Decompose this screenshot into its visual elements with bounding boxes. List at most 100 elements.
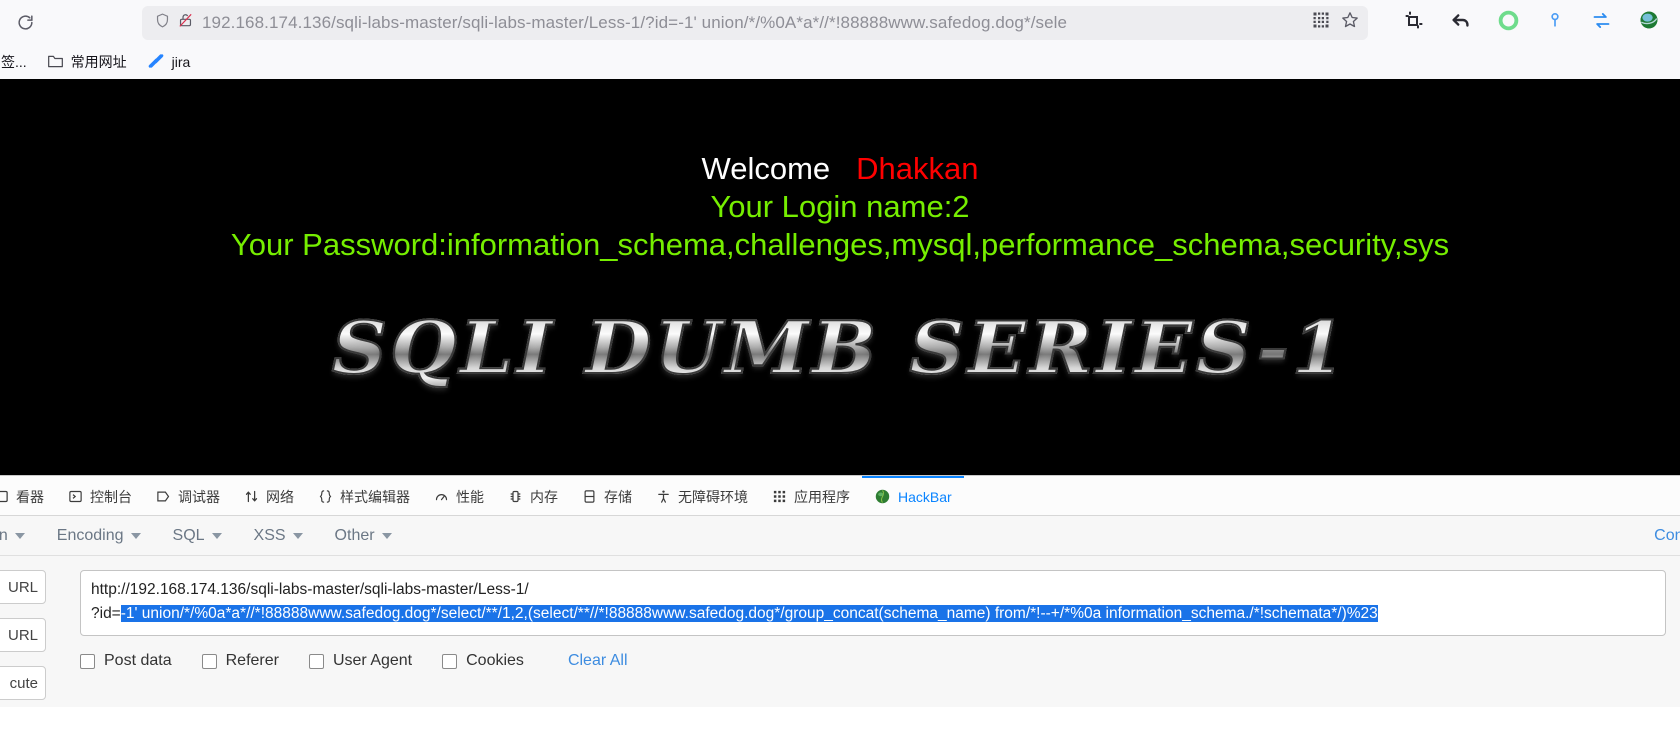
- checkbox-box[interactable]: [80, 653, 95, 669]
- hackbar-menu-sql[interactable]: SQL: [157, 527, 238, 545]
- devtools-tab-label: 网络: [266, 488, 294, 505]
- devtools-tab-label: 样式编辑器: [340, 488, 410, 505]
- devtools-tab-application[interactable]: 应用程序: [760, 476, 862, 515]
- chevron-down-icon: [14, 532, 25, 539]
- welcome-line: Welcome Dhakkan: [0, 79, 1680, 188]
- hackbar-icon: [874, 488, 891, 505]
- console-icon: [68, 489, 83, 504]
- storage-icon: [582, 489, 597, 504]
- login-name-line: Your Login name:2: [710, 188, 970, 224]
- devtools-tab-label: 应用程序: [794, 488, 850, 505]
- devtools-tab-label: 控制台: [90, 488, 132, 505]
- hackbar-menu-execution[interactable]: on: [0, 527, 41, 545]
- devtools-tab-label: 内存: [530, 488, 558, 505]
- devtools-tab-inspector[interactable]: 看器: [0, 476, 56, 515]
- checkbox-box[interactable]: [308, 653, 324, 669]
- bookmark-label: 签...: [1, 54, 27, 70]
- split-url-button[interactable]: URL: [0, 618, 46, 652]
- user-name-text: Dhakkan: [856, 151, 979, 186]
- performance-icon: [434, 489, 449, 504]
- style-editor-icon: [318, 489, 333, 504]
- address-bar[interactable]: 192.168.174.136/sqli-labs-master/sqli-la…: [142, 5, 1368, 40]
- devtools-tab-label: 调试器: [178, 488, 220, 505]
- devtools-tab-network[interactable]: 网络: [232, 476, 306, 515]
- reload-button[interactable]: [8, 6, 42, 40]
- hackbar-url-base: http://192.168.174.136/sqli-labs-master/…: [91, 581, 529, 598]
- chevron-down-icon: [292, 532, 303, 539]
- password-line: Your Password:information_schema,challen…: [230, 227, 1450, 263]
- hackbar-body: URL URL cute http://192.168.174.136/sqli…: [0, 556, 1680, 707]
- navigation-toolbar: 192.168.174.136/sqli-labs-master/sqli-la…: [0, 0, 1680, 45]
- checkbox-user-agent[interactable]: User Agent: [308, 652, 413, 670]
- devtools-tab-memory[interactable]: 内存: [496, 476, 570, 515]
- checkbox-box[interactable]: [201, 653, 217, 669]
- hackbar-menu-label: Other: [334, 526, 375, 544]
- devtools-tab-label: HackBar: [898, 488, 952, 505]
- devtools-tab-label: 存储: [604, 488, 632, 505]
- checkbox-referer[interactable]: Referer: [201, 652, 279, 670]
- devtools-tab-style-editor[interactable]: 样式编辑器: [306, 476, 422, 515]
- lock-broken-icon[interactable]: [177, 11, 194, 34]
- bookmark-item-2[interactable]: jira: [139, 48, 199, 77]
- shield-icon[interactable]: [154, 12, 171, 34]
- chevron-down-icon: [130, 532, 141, 539]
- chevron-down-icon: [211, 532, 222, 539]
- crop-screenshot-icon[interactable]: [1404, 10, 1424, 35]
- hackbar-panel: on Encoding SQL XSS Other Contribute: [0, 516, 1680, 707]
- checkbox-post-data[interactable]: Post data: [80, 652, 172, 670]
- url-text[interactable]: 192.168.174.136/sqli-labs-master/sqli-la…: [202, 13, 1306, 33]
- checkbox-box[interactable]: [442, 653, 458, 669]
- devtools-tab-label: 无障碍环境: [678, 488, 748, 505]
- bookmark-label: 常用网址: [70, 54, 127, 70]
- checkbox-label: Post data: [104, 652, 172, 669]
- network-icon: [244, 489, 259, 504]
- bookmark-item-0[interactable]: 签...: [0, 48, 35, 76]
- globe-browser-icon[interactable]: [1638, 9, 1660, 36]
- load-url-button[interactable]: URL: [0, 570, 46, 604]
- chevron-down-icon: [381, 532, 392, 539]
- star-bookmark-icon[interactable]: [1340, 10, 1360, 35]
- pin-marker-icon[interactable]: [1545, 10, 1565, 35]
- accessibility-icon: [656, 489, 671, 504]
- devtools-tab-performance[interactable]: 性能: [422, 476, 496, 515]
- welcome-text: Welcome: [701, 151, 831, 186]
- devtools-tab-console[interactable]: 控制台: [56, 476, 144, 515]
- hackbar-options-row: Post data Referer User Agent Cookies Cle…: [80, 652, 1666, 670]
- hackbar-menu-encoding[interactable]: Encoding: [41, 527, 157, 545]
- qr-code-icon[interactable]: [1312, 11, 1330, 34]
- debugger-icon: [156, 489, 171, 504]
- devtools-tab-label: 看器: [16, 488, 44, 505]
- application-icon: [772, 489, 787, 504]
- clear-all-link[interactable]: Clear All: [568, 652, 628, 670]
- hackbar-url-area: http://192.168.174.136/sqli-labs-master/…: [80, 570, 1680, 707]
- sync-arrows-icon[interactable]: [1591, 10, 1612, 36]
- hackbar-menu-label: SQL: [172, 526, 205, 544]
- address-bar-actions: [1306, 10, 1360, 35]
- execute-button[interactable]: cute: [0, 666, 46, 700]
- hackbar-url-prefix: ?id=: [91, 605, 121, 623]
- devtools-tab-hackbar[interactable]: HackBar: [862, 476, 964, 515]
- hackbar-menu-other[interactable]: Other: [319, 527, 408, 545]
- devtools-tab-accessibility[interactable]: 无障碍环境: [644, 476, 760, 515]
- hackbar-url-input[interactable]: http://192.168.174.136/sqli-labs-master/…: [80, 570, 1666, 636]
- checkbox-label: User Agent: [332, 652, 413, 669]
- hackbar-contribute-link[interactable]: Contribute: [1654, 516, 1680, 556]
- hackbar-url-payload-selected: -1' union/*/%0a*a*//*!88888www.safedog.d…: [120, 605, 1378, 623]
- checkbox-label: Cookies: [466, 652, 524, 669]
- devtools-panel: 看器 控制台 调试器 网络 样式编辑器 性能 内存 存储 无障碍环境 应用程序 …: [0, 475, 1680, 707]
- bookmark-label: jira: [171, 54, 191, 70]
- hackbar-menu-label: on: [0, 526, 8, 544]
- hackbar-menu-xss[interactable]: XSS: [238, 527, 319, 545]
- reload-icon: [16, 13, 35, 32]
- devtools-tab-storage[interactable]: 存储: [570, 476, 644, 515]
- bookmarks-bar: 签... 常用网址 jira: [0, 45, 1680, 79]
- page-content: Welcome Dhakkan Your Login name:2 Your Pa…: [0, 79, 1680, 475]
- checkbox-cookies[interactable]: Cookies: [442, 652, 524, 670]
- devtools-tab-bar: 看器 控制台 调试器 网络 样式编辑器 性能 内存 存储 无障碍环境 应用程序 …: [0, 476, 1680, 516]
- memory-icon: [508, 489, 523, 504]
- devtools-tab-debugger[interactable]: 调试器: [144, 476, 232, 515]
- green-circle-icon[interactable]: [1498, 10, 1519, 36]
- devtools-tab-label: 性能: [456, 488, 484, 505]
- bookmark-item-1[interactable]: 常用网址: [39, 48, 135, 76]
- undo-arrow-icon[interactable]: [1450, 9, 1472, 36]
